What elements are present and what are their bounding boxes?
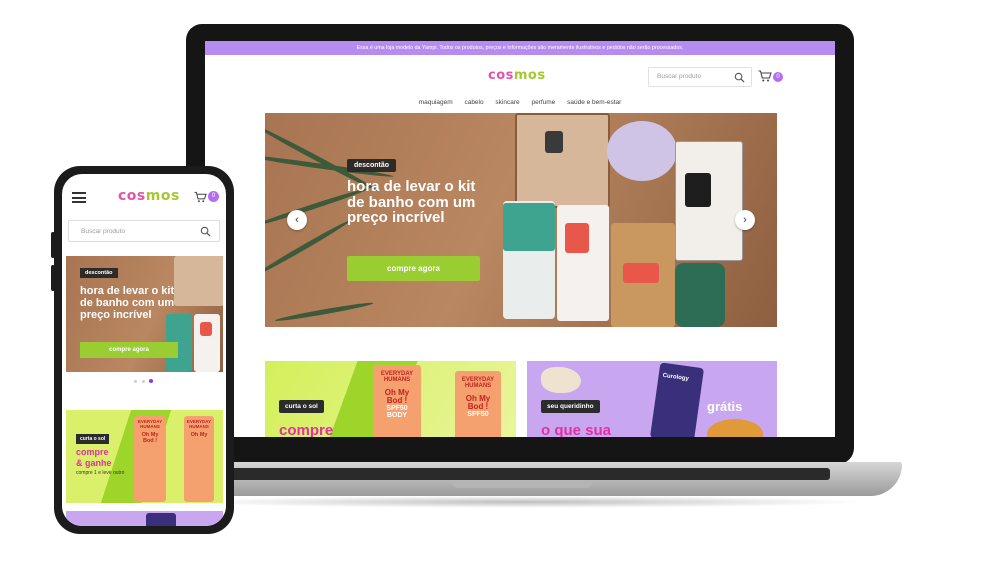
promo-headline-line1: compre — [76, 447, 109, 457]
nav-item-maquiagem[interactable]: maquiagem — [419, 99, 453, 106]
promo-banner-sun[interactable]: EVERYDAY HUMANS Oh My Bod ! SPF50 BODY E… — [265, 361, 516, 437]
logo-part2: mos — [513, 68, 546, 83]
product-text: HUMANS — [189, 423, 209, 429]
product-text: Oh My — [190, 432, 208, 438]
nav-item-skincare[interactable]: skincare — [495, 99, 519, 106]
promo-headline-line2: & ganhe — [76, 458, 112, 468]
product-box — [515, 113, 610, 208]
spf-product-2: EVERYDAY HUMANS Oh My Bod ! SPF50 — [455, 371, 501, 437]
product-text: HUMANS — [383, 377, 411, 383]
cart-icon[interactable] — [194, 191, 207, 203]
announcement-bar: Essa é uma loja modelo da Yampi. Todos o… — [205, 41, 835, 55]
spf-product-1: EVERYDAY HUMANS Oh My Bod ! SPF50 BODY — [373, 365, 421, 437]
product-box — [174, 256, 223, 306]
hero-tag: descontão — [347, 159, 397, 172]
chevron-left-icon[interactable]: ‹ — [287, 210, 307, 230]
product-tube-label — [565, 223, 589, 253]
store-logo[interactable]: cosmos — [488, 68, 546, 83]
search-placeholder: Buscar produto — [81, 228, 126, 235]
curology-brand: Curology — [662, 372, 690, 383]
product-text: Bod ! — [386, 396, 408, 405]
phone-screen: cosmos 0 Buscar produto descontão hora d… — [62, 174, 226, 526]
product-text: Bod ! — [467, 402, 489, 411]
chevron-right-icon[interactable]: › — [735, 210, 755, 230]
search-icon[interactable] — [734, 72, 745, 83]
hero-cta-button[interactable]: compre agora — [347, 256, 480, 281]
search-icon[interactable] — [200, 226, 211, 237]
hero-cta-button[interactable]: compre agora — [80, 342, 178, 358]
leaf-decoration — [274, 300, 374, 323]
logo-part1: cos — [118, 188, 146, 204]
product-jar-label — [685, 173, 711, 207]
product-tube-label — [200, 322, 212, 336]
carousel-dot-active[interactable] — [149, 379, 153, 383]
laptop-shadow — [180, 496, 870, 508]
laptop-keyboard — [222, 468, 830, 480]
phone-volume-button — [51, 232, 55, 258]
product-box-logo — [545, 131, 563, 153]
phone-volume-button — [51, 265, 55, 291]
product-text: Bod ! — [142, 437, 158, 444]
promo-banner-sun[interactable]: EVERYDAY HUMANS Oh My Bod ! EVERYDAY HUM… — [66, 410, 223, 503]
cart-icon[interactable] — [758, 70, 772, 82]
laptop-trackpad-notch — [452, 481, 592, 488]
hamburger-icon[interactable] — [72, 192, 86, 203]
gift-decoration — [707, 419, 763, 437]
laptop-screen: Essa é uma loja modelo da Yampi. Todos o… — [205, 41, 835, 437]
nav-item-cabelo[interactable]: cabelo — [464, 99, 483, 106]
bath-bomb — [607, 121, 677, 181]
product-text: HUMANS — [140, 423, 160, 429]
promo-headline: compre — [279, 422, 334, 437]
shell-decoration — [541, 367, 581, 393]
promo-banner-favorite[interactable]: Curology grátis seu queridinho o que sua — [527, 361, 777, 437]
main-nav: maquiagem cabelo skincare perfume saúde … — [205, 99, 835, 106]
carousel-dot[interactable] — [134, 380, 137, 383]
search-placeholder: Buscar produto — [657, 73, 702, 80]
nav-item-perfume[interactable]: perfume — [531, 99, 555, 106]
curology-tube: Curology — [649, 362, 705, 437]
promo-tag: curta o sol — [76, 434, 110, 444]
product-text: SPF50 — [386, 405, 408, 412]
product-text: BODY — [386, 412, 408, 419]
carousel-dot[interactable] — [142, 380, 145, 383]
cart-count-badge: 0 — [773, 72, 783, 82]
promo-subtext: compre 1 e leve outro — [76, 470, 125, 476]
promo-tag: curta o sol — [279, 400, 324, 413]
store-logo[interactable]: cosmos — [118, 188, 180, 204]
logo-part2: mos — [145, 188, 180, 204]
product-pouch-label — [623, 263, 659, 283]
logo-part1: cos — [488, 68, 514, 83]
product-text: HUMANS — [464, 383, 492, 389]
search-input[interactable]: Buscar produto — [68, 220, 220, 242]
hero-title: hora de levar o kit de banho com um preç… — [80, 285, 175, 321]
hero-banner[interactable]: descontão hora de levar o kit de banho c… — [66, 256, 223, 372]
promo-headline: compre & ganhe — [76, 447, 112, 469]
carousel-indicator — [134, 379, 156, 385]
hero-title: hora de levar o kit de banho com um preç… — [347, 178, 476, 226]
cart-count-badge: 0 — [208, 191, 219, 202]
promo-headline: o que sua — [541, 422, 612, 437]
product-bottle — [675, 263, 725, 327]
curology-tube — [146, 513, 176, 526]
promo-banner-favorite[interactable] — [66, 511, 223, 526]
device-mockup: Essa é uma loja modelo da Yampi. Todos o… — [0, 0, 1000, 575]
spf-product-1: EVERYDAY HUMANS Oh My Bod ! — [134, 416, 166, 502]
promo-free-label: grátis — [707, 399, 743, 414]
product-text: SPF50 — [467, 411, 489, 418]
hero-banner[interactable]: descontão hora de levar o kit de banho c… — [265, 113, 777, 327]
search-input[interactable]: Buscar produto — [648, 67, 752, 87]
spf-product-2: EVERYDAY HUMANS Oh My — [184, 416, 214, 502]
leaf-decoration — [265, 218, 352, 278]
promo-tag: seu queridinho — [541, 400, 600, 413]
product-tube-cap — [503, 203, 555, 251]
nav-item-saude[interactable]: saúde e bem-estar — [567, 99, 621, 106]
hero-tag: descontão — [80, 268, 118, 278]
